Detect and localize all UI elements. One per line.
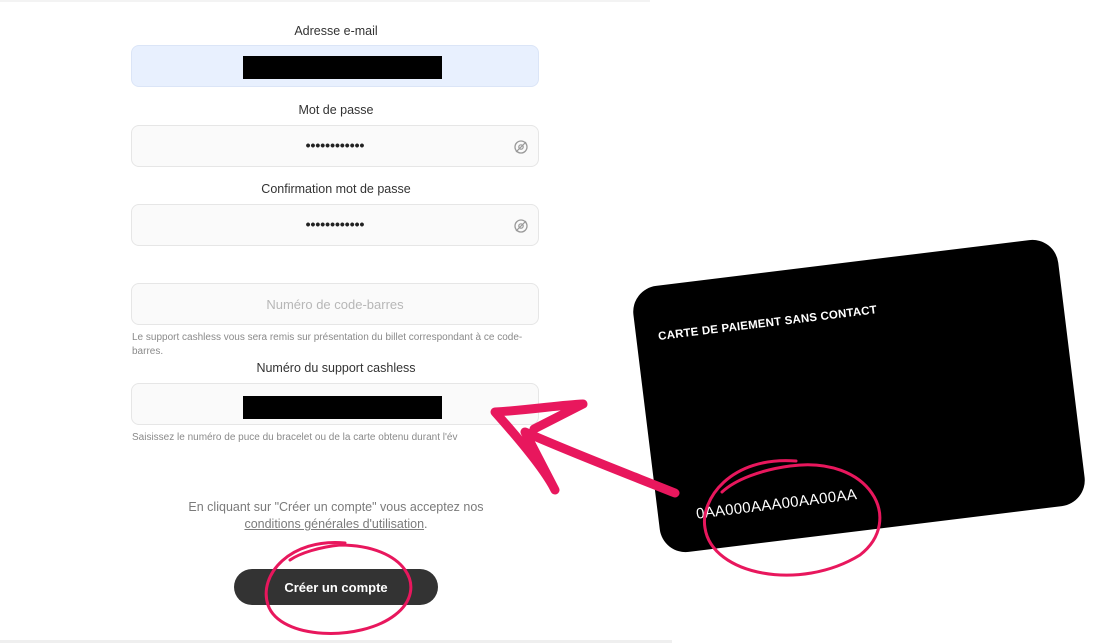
confirm-password-value: •••••••••••• — [305, 216, 365, 232]
cashless-card: CARTE DE PAIEMENT SANS CONTACT 0AA000AAA… — [630, 236, 1088, 556]
email-label: Adresse e-mail — [294, 24, 378, 38]
top-divider — [0, 0, 650, 2]
cashless-help-text: Saisissez le numéro de puce du bracelet … — [132, 432, 458, 443]
card-title: CARTE DE PAIEMENT SANS CONTACT — [657, 304, 878, 343]
password-value: •••••••••••• — [305, 137, 365, 153]
cashless-field[interactable] — [131, 383, 539, 425]
confirm-password-label: Confirmation mot de passe — [261, 182, 411, 196]
redacted-cashless-number — [243, 396, 442, 419]
email-field[interactable] — [131, 45, 539, 87]
terms-text: En cliquant sur "Créer un compte" vous a… — [132, 499, 540, 533]
confirm-password-field[interactable]: •••••••••••• — [131, 204, 539, 246]
terms-suffix: . — [424, 517, 428, 531]
redacted-email — [243, 56, 442, 79]
password-field[interactable]: •••••••••••• — [131, 125, 539, 167]
card-number: 0AA000AAA00AA00AA — [695, 486, 858, 523]
terms-prefix: En cliquant sur "Créer un compte" vous a… — [188, 500, 484, 514]
cashless-label: Numéro du support cashless — [256, 361, 416, 375]
barcode-help-text: Le support cashless vous sera remis sur … — [132, 332, 523, 357]
eye-icon[interactable] — [513, 218, 529, 234]
eye-icon[interactable] — [513, 139, 529, 155]
create-account-button[interactable]: Créer un compte — [234, 569, 438, 605]
registration-page: Adresse e-mail Mot de passe ••••••••••••… — [0, 0, 672, 643]
password-label: Mot de passe — [298, 103, 374, 117]
barcode-placeholder: Numéro de code-barres — [266, 297, 404, 312]
terms-link[interactable]: conditions générales d'utilisation — [244, 517, 424, 531]
barcode-field[interactable]: Numéro de code-barres — [131, 283, 539, 325]
